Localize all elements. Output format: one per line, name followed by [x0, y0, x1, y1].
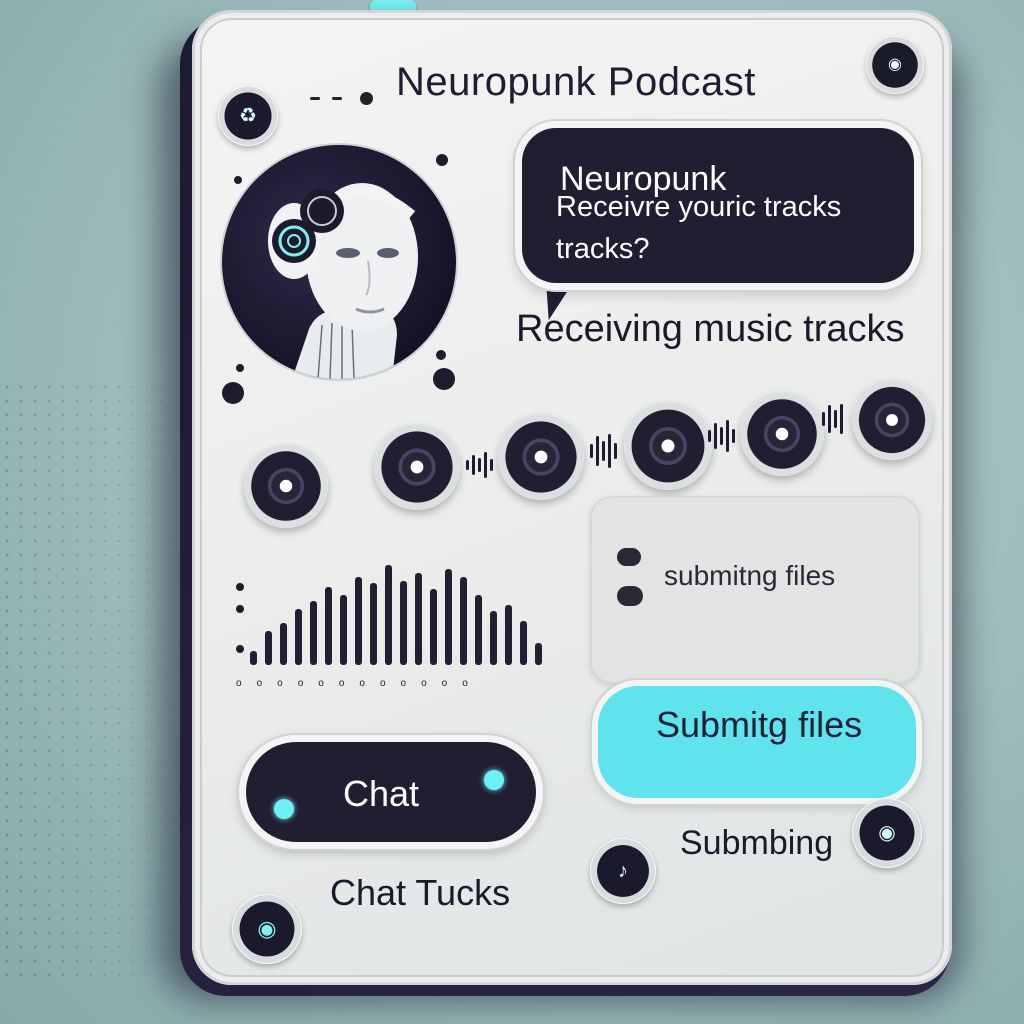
chat-indicator-dot	[484, 770, 504, 790]
equalizer-tick-labels: oo oo oo oo oo oo	[236, 678, 556, 692]
bottom-left-knob[interactable]: ◉	[232, 894, 302, 964]
bubble-message-line: Receivre youric tracks	[556, 191, 842, 223]
bottom-mid-knob[interactable]: ♪	[590, 838, 656, 904]
chat-indicator-dot	[274, 799, 294, 819]
track-speaker-button[interactable]	[374, 424, 460, 510]
decorative-dot	[234, 176, 242, 184]
chat-tracks-label: Chat Tucks	[330, 872, 511, 913]
equalizer-bars	[250, 555, 550, 665]
decorative-dot	[433, 368, 455, 390]
tick-mark: o	[277, 678, 283, 689]
waveform-icon	[708, 420, 735, 452]
tick-mark: o	[379, 678, 386, 689]
track-speaker-button[interactable]	[244, 444, 328, 528]
decorative-dot	[436, 350, 446, 360]
equalizer-graphic	[236, 555, 551, 675]
decorative-dot	[236, 583, 244, 591]
tick-mark: o	[441, 678, 448, 689]
record-icon: ◉	[257, 916, 277, 941]
tick-mark: o	[318, 678, 324, 689]
tick-mark: o	[338, 678, 345, 689]
waveform-icon	[822, 404, 843, 434]
submitting-label: Submbing	[680, 824, 834, 862]
track-speaker-button[interactable]	[498, 414, 584, 500]
decorative-dot	[436, 154, 448, 166]
track-speaker-button[interactable]	[740, 392, 824, 476]
page-title: Neuropunk Podcast	[396, 60, 756, 104]
upload-card-label: submitng files	[664, 560, 836, 591]
track-speaker-button[interactable]	[624, 402, 712, 490]
tick-mark: o	[421, 678, 427, 689]
tick-mark: o	[297, 678, 304, 689]
waveform-icon	[590, 434, 617, 468]
bottom-right-knob[interactable]: ◉	[852, 798, 922, 868]
tick-mark: o	[400, 678, 407, 689]
submit-files-label: Submitg files	[656, 704, 863, 745]
decorative-dot	[236, 605, 244, 613]
tick-mark: o	[462, 678, 468, 689]
tick-mark: o	[236, 678, 242, 689]
waveform-icon	[466, 452, 493, 478]
robot-head-illustration	[268, 183, 418, 379]
recycle-icon: ♻	[239, 105, 257, 127]
chat-button-label: Chat	[343, 773, 420, 814]
tick-mark: o	[256, 678, 263, 689]
status-subtitle: Receiving music tracks	[516, 308, 905, 350]
track-speaker-button[interactable]	[852, 380, 932, 460]
upload-indicator	[617, 586, 643, 606]
title-dots	[310, 92, 380, 106]
decorative-dot	[236, 364, 244, 372]
avatar	[222, 145, 456, 379]
decorative-dot	[236, 645, 244, 653]
tick-mark: o	[359, 678, 365, 689]
top-left-knob[interactable]: ♻	[218, 86, 278, 146]
record-icon: ◉	[878, 822, 896, 844]
bubble-message-line: tracks?	[556, 233, 650, 265]
record-icon: ◉	[888, 56, 902, 73]
top-right-knob[interactable]: ◉	[866, 36, 924, 94]
decorative-dot	[222, 382, 244, 404]
music-note-icon: ♪	[618, 860, 628, 882]
upload-indicator	[617, 548, 641, 566]
